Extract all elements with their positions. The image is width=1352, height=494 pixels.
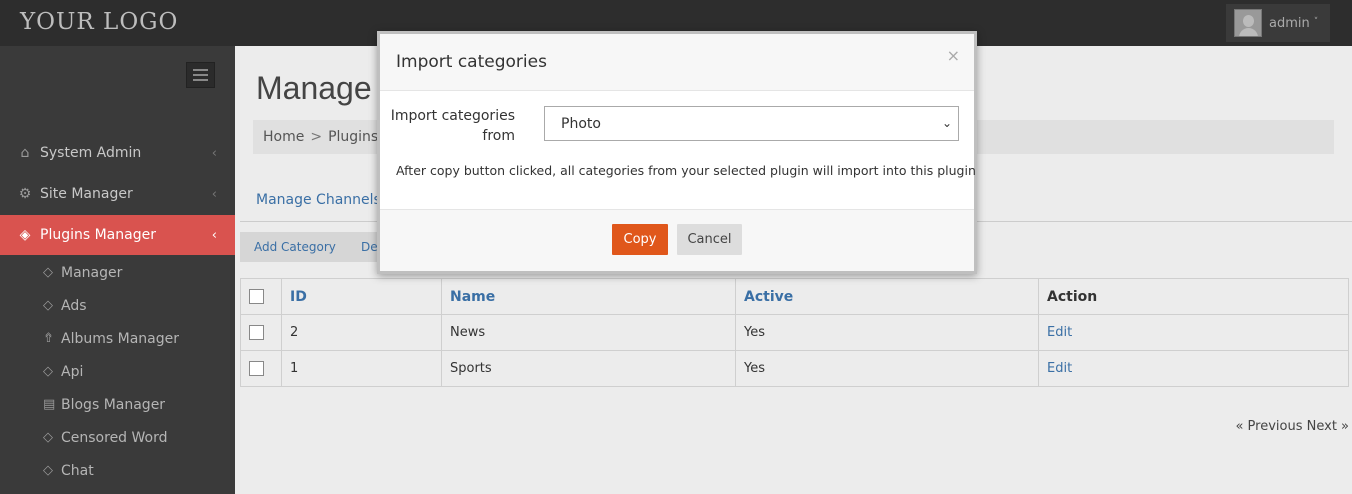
edit-link[interactable]: Edit: [1047, 325, 1072, 340]
modal-footer: Copy Cancel: [380, 209, 974, 271]
sidebar-subitem-label: Censored Word: [61, 429, 168, 446]
sidebar-subitem-manager[interactable]: ◇ Manager: [0, 256, 235, 289]
user-name: admin: [1269, 15, 1310, 31]
cancel-button[interactable]: Cancel: [677, 224, 742, 255]
sidebar-subitem-label: Ads: [61, 297, 87, 314]
tag-icon: ◇: [43, 463, 53, 478]
import-categories-modal: Import categories × Import categories fr…: [377, 31, 977, 274]
column-header-action: Action: [1038, 278, 1349, 315]
sidebar-subitem-ads[interactable]: ◇ Ads: [0, 289, 235, 322]
menu-toggle-button[interactable]: [186, 62, 215, 88]
sidebar-item-system-admin[interactable]: ⌂ System Admin ‹: [0, 133, 235, 173]
comment-icon: ▤: [43, 397, 56, 412]
plugin-select-value: Photo: [561, 115, 601, 132]
select-all-checkbox[interactable]: [249, 289, 264, 304]
column-header-name[interactable]: Name: [441, 278, 736, 315]
sidebar-subitem-api[interactable]: ◇ Api: [0, 355, 235, 388]
tag-icon: ◈: [19, 227, 31, 243]
close-icon[interactable]: ×: [947, 46, 960, 65]
sidebar-subitem-blogs-manager[interactable]: ▤ Blogs Manager: [0, 388, 235, 421]
sidebar-item-label: Site Manager: [40, 186, 133, 202]
avatar: [1234, 9, 1262, 37]
tag-icon: ◇: [43, 430, 53, 445]
sidebar-subitem-censored-word[interactable]: ◇ Censored Word: [0, 421, 235, 454]
home-icon: ⌂: [20, 145, 30, 161]
sidebar-subitem-label: Albums Manager: [61, 330, 179, 347]
sidebar-subitem-label: Manager: [61, 264, 123, 281]
chevron-left-icon: ‹: [211, 227, 217, 243]
breadcrumb-separator: >: [310, 129, 323, 145]
sidebar-item-plugins-manager[interactable]: ◈ Plugins Manager ‹: [0, 215, 235, 255]
sidebar-subitem-label: Api: [61, 363, 84, 380]
modal-title: Import categories: [396, 52, 547, 72]
categories-table: ID Name Active Action 2 News Yes Edit 1 …: [240, 278, 1349, 387]
pagination[interactable]: « Previous Next »: [1235, 419, 1349, 434]
table-row: 1 Sports Yes Edit: [240, 350, 1349, 387]
plugin-select[interactable]: Photo ⌄: [544, 106, 959, 141]
sidebar: ⌂ System Admin ‹ ⚙ Site Manager ‹ ◈ Plug…: [0, 46, 235, 494]
column-header-active[interactable]: Active: [735, 278, 1039, 315]
cell-action: Edit: [1038, 350, 1349, 387]
tag-icon: ◇: [43, 265, 53, 280]
row-checkbox[interactable]: [249, 361, 264, 376]
cell-id: 1: [281, 350, 442, 387]
photo-icon: ⇮: [43, 331, 54, 346]
tag-icon: ◇: [43, 298, 53, 313]
cell-id: 2: [281, 314, 442, 351]
sidebar-subitem-label: Blogs Manager: [61, 396, 166, 413]
edit-link[interactable]: Edit: [1047, 361, 1072, 376]
breadcrumb-home[interactable]: Home: [263, 129, 304, 145]
logo[interactable]: YOUR LOGO: [20, 9, 178, 35]
modal-body: Import categories from Photo ⌄ After cop…: [380, 91, 976, 212]
cell-active: Yes: [735, 314, 1039, 351]
modal-header: Import categories ×: [380, 34, 974, 91]
row-checkbox[interactable]: [249, 325, 264, 340]
column-header-id[interactable]: ID: [281, 278, 442, 315]
gears-icon: ⚙: [18, 186, 32, 202]
row-select-cell: [240, 314, 282, 351]
table-row: 2 News Yes Edit: [240, 314, 1349, 351]
select-all-cell: [240, 278, 282, 315]
sidebar-subitem-label: Chat: [61, 462, 94, 479]
sidebar-item-site-manager[interactable]: ⚙ Site Manager ‹: [0, 174, 235, 214]
cell-active: Yes: [735, 350, 1039, 387]
cell-name: Sports: [441, 350, 736, 387]
chevron-down-icon: ˅: [1313, 16, 1319, 27]
tag-icon: ◇: [43, 364, 53, 379]
chevron-down-icon: ⌄: [941, 116, 952, 130]
import-from-label: Import categories from: [390, 108, 515, 144]
user-menu[interactable]: admin ˅: [1226, 4, 1330, 42]
table-header-row: ID Name Active Action: [240, 278, 1349, 315]
sidebar-subitem-chat[interactable]: ◇ Chat: [0, 454, 235, 487]
help-text: After copy button clicked, all categorie…: [396, 163, 976, 178]
sidebar-item-label: System Admin: [40, 145, 142, 161]
cell-name: News: [441, 314, 736, 351]
chevron-left-icon: ‹: [211, 145, 217, 161]
chevron-left-icon: ‹: [211, 186, 217, 202]
sidebar-item-label: Plugins Manager: [40, 227, 156, 243]
row-select-cell: [240, 350, 282, 387]
copy-button[interactable]: Copy: [612, 224, 668, 255]
plugins-submenu: ◇ Manager ◇ Ads ⇮ Albums Manager ◇ Api ▤…: [0, 256, 235, 487]
cell-action: Edit: [1038, 314, 1349, 351]
add-category-button[interactable]: Add Category: [240, 232, 350, 262]
tab-manage-channels[interactable]: Manage Channels: [256, 192, 381, 208]
sidebar-subitem-albums-manager[interactable]: ⇮ Albums Manager: [0, 322, 235, 355]
